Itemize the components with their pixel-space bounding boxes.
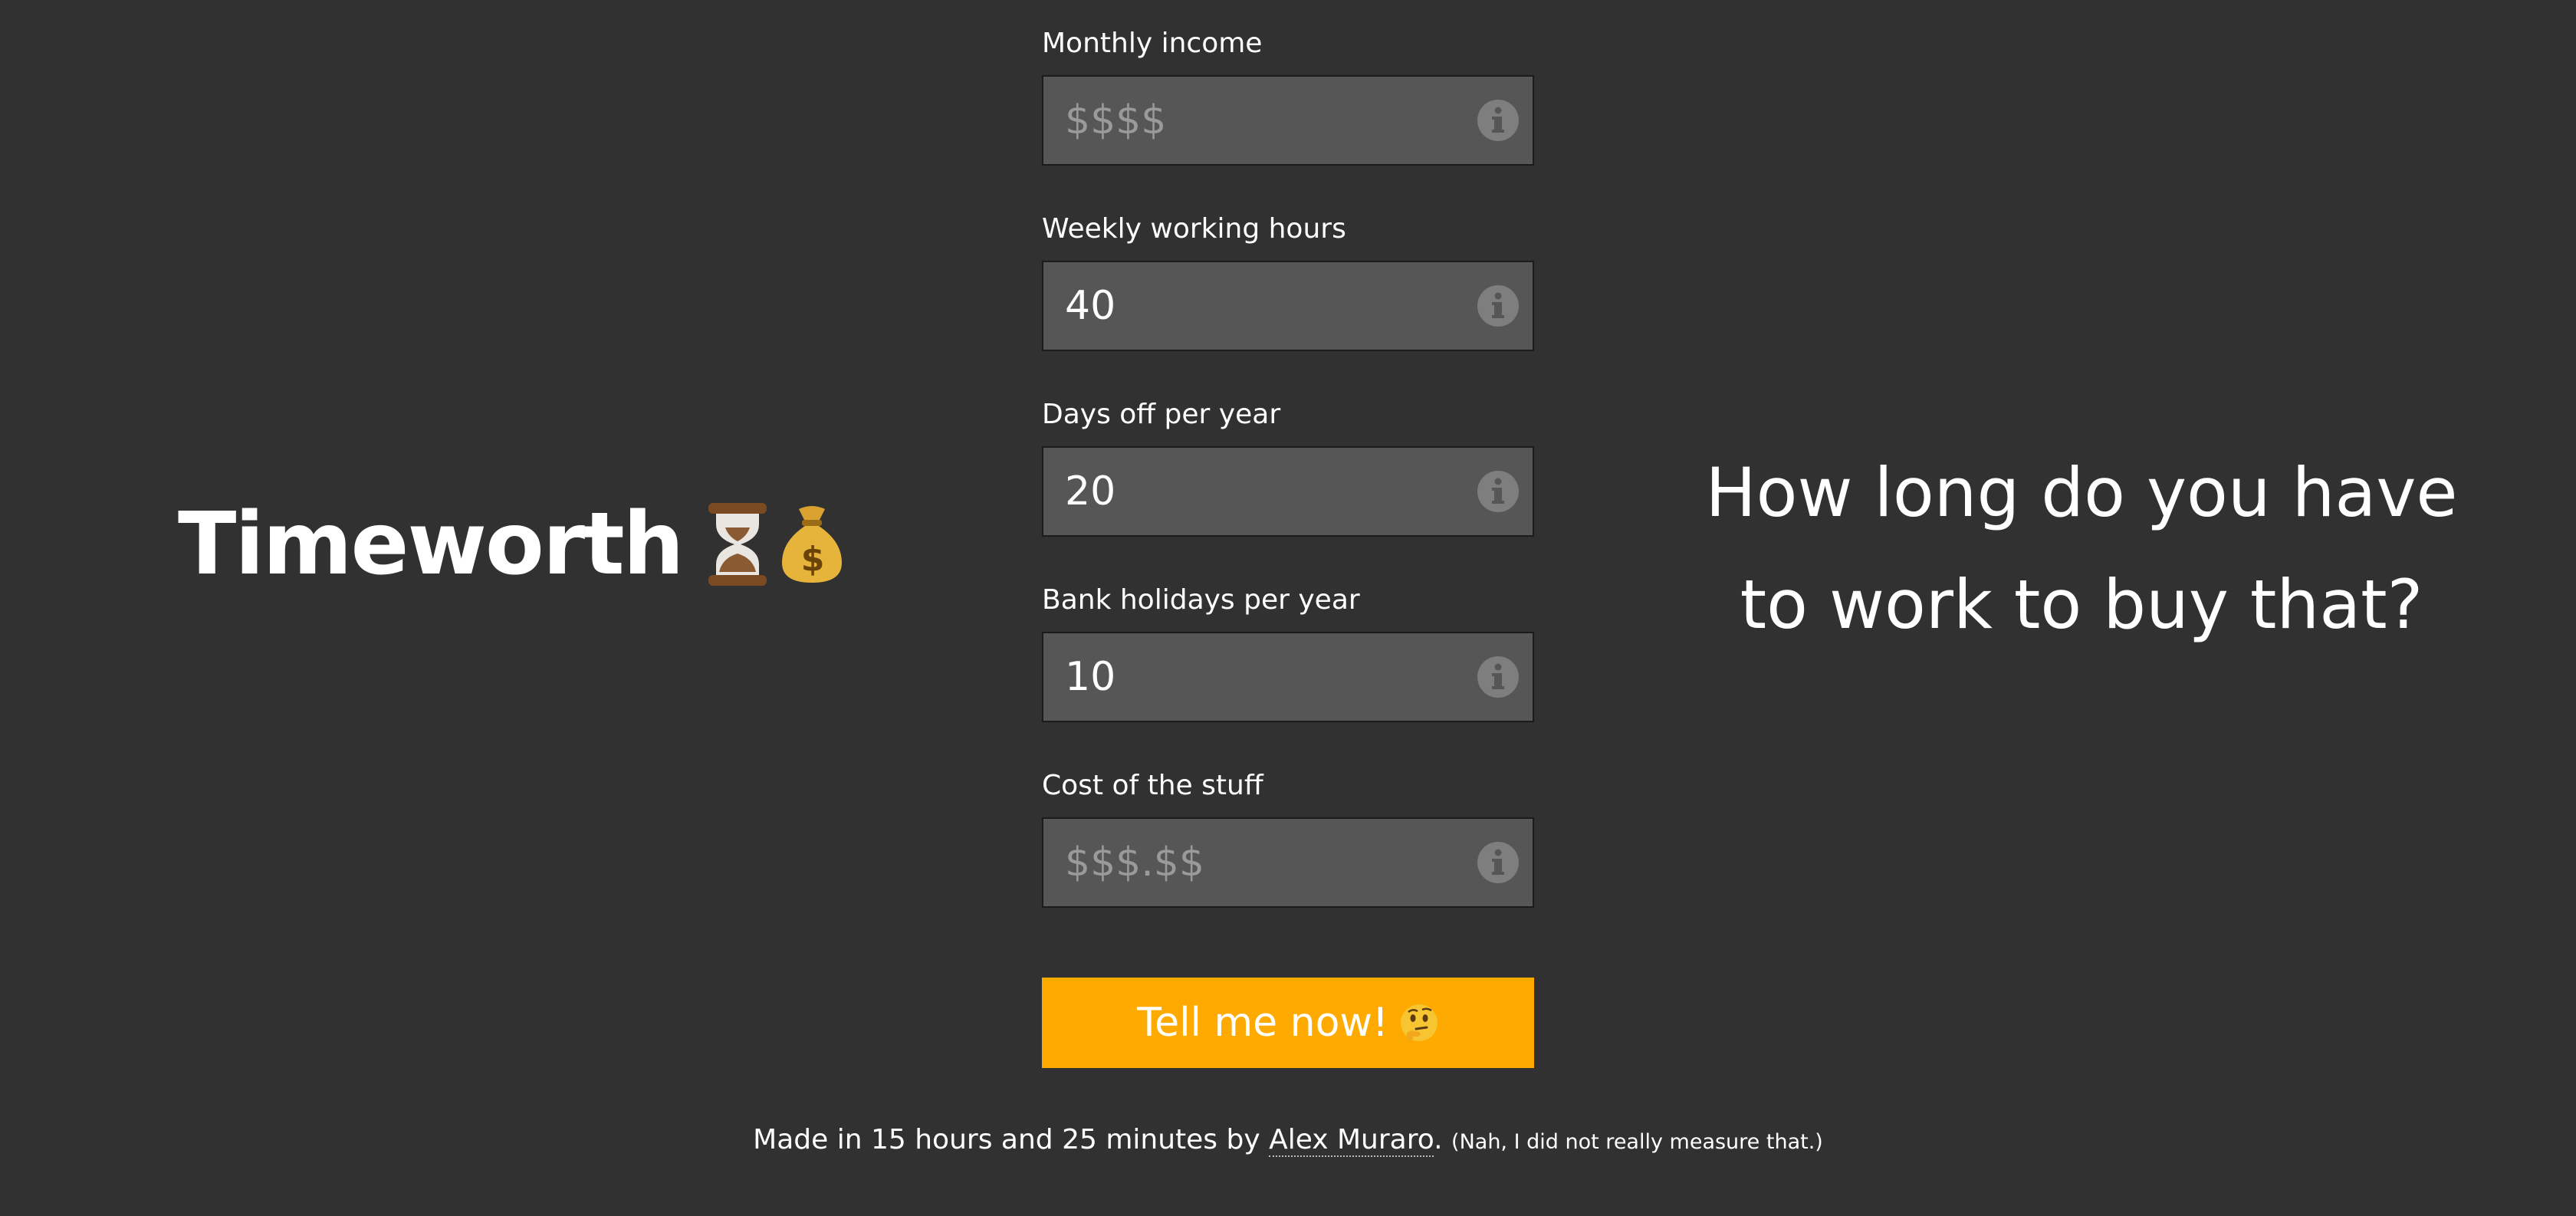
monthly-income-input[interactable]: $$$$ <box>1042 75 1534 166</box>
cost-of-stuff-label: Cost of the stuff <box>1042 770 1263 801</box>
brand-emojis: $ <box>705 501 846 587</box>
bank-holidays-input[interactable]: 10 <box>1042 632 1534 722</box>
days-off-label: Days off per year <box>1042 399 1281 430</box>
info-icon[interactable] <box>1477 285 1519 327</box>
info-icon[interactable] <box>1477 100 1519 141</box>
footer-note: (Nah, I did not really measure that.) <box>1451 1130 1823 1154</box>
brand-title-text: Timeworth <box>178 495 684 594</box>
tell-me-now-button[interactable]: Tell me now! <box>1042 978 1534 1068</box>
svg-text:$: $ <box>801 540 823 579</box>
days-off-value: 20 <box>1065 468 1116 514</box>
page: Timeworth $ Monthly income $$$$ Weekly w… <box>0 0 2576 1216</box>
info-icon[interactable] <box>1477 656 1519 698</box>
monthly-income-placeholder: $$$$ <box>1065 97 1167 143</box>
footer: Made in 15 hours and 25 minutes by Alex … <box>0 1124 2576 1157</box>
brand-title: Timeworth $ <box>178 491 846 598</box>
tagline-line-1: How long do you have <box>1705 453 2458 532</box>
thinking-face-icon <box>1400 1004 1438 1041</box>
monthly-income-label: Monthly income <box>1042 28 1263 59</box>
money-bag-icon: $ <box>782 506 843 583</box>
tagline-line-2: to work to buy that? <box>1740 565 2423 644</box>
bank-holidays-value: 10 <box>1065 654 1116 700</box>
cost-of-stuff-placeholder: $$$.$$ <box>1065 840 1204 886</box>
info-icon[interactable] <box>1477 842 1519 883</box>
days-off-input[interactable]: 20 <box>1042 446 1534 537</box>
footer-suffix: . <box>1434 1124 1443 1155</box>
hourglass-icon <box>708 503 767 586</box>
weekly-working-hours-label: Weekly working hours <box>1042 213 1346 245</box>
tagline: How long do you have to work to buy that… <box>1656 437 2507 661</box>
tell-me-now-label: Tell me now! <box>1137 1000 1388 1046</box>
author-link[interactable]: Alex Muraro <box>1269 1124 1434 1157</box>
weekly-working-hours-value: 40 <box>1065 283 1116 329</box>
weekly-working-hours-input[interactable]: 40 <box>1042 261 1534 351</box>
info-icon[interactable] <box>1477 471 1519 512</box>
footer-prefix: Made in 15 hours and 25 minutes by <box>753 1124 1260 1155</box>
cost-of-stuff-input[interactable]: $$$.$$ <box>1042 817 1534 908</box>
bank-holidays-label: Bank holidays per year <box>1042 584 1360 616</box>
